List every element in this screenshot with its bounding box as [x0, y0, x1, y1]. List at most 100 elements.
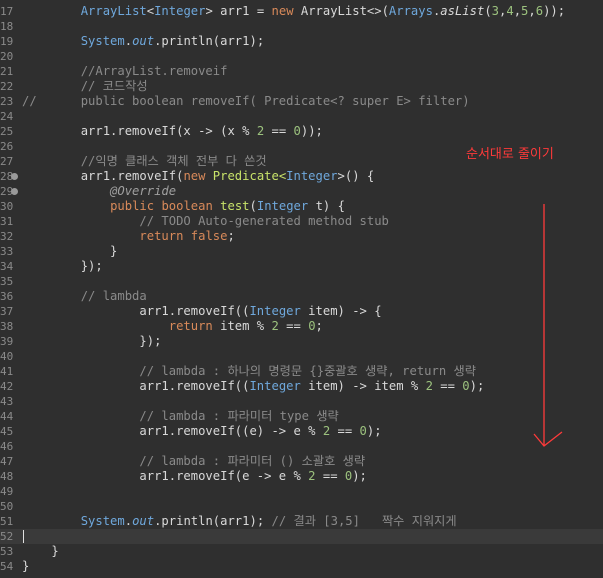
code-token: );: [469, 379, 485, 393]
code-text: arr1.removeIf((Integer item) -> item % 2…: [22, 379, 484, 394]
code-line[interactable]: 47 // lambda : 파라미터 () 소괄호 생략: [0, 454, 603, 469]
code-token: boolean: [161, 199, 213, 213]
code-text: });: [22, 259, 103, 274]
line-number: 26: [0, 140, 14, 153]
code-line[interactable]: 48 arr1.removeIf(e -> e % 2 == 0);: [0, 469, 603, 484]
code-token: Integer: [249, 304, 301, 318]
code-token: 2: [425, 379, 433, 393]
code-text: // lambda : 파라미터 () 소괄호 생략: [22, 454, 365, 469]
code-line[interactable]: 43: [0, 394, 603, 409]
code-token: return: [168, 319, 213, 333]
code-line[interactable]: 33 }: [0, 244, 603, 259]
code-text: // lambda : 하나의 명령문 {}중괄호 생략, return 생략: [22, 364, 476, 379]
code-line[interactable]: 52: [0, 529, 603, 544]
line-number: 50: [0, 500, 14, 513]
code-line[interactable]: 34 });: [0, 259, 603, 274]
code-token: @Override: [22, 184, 177, 198]
code-line[interactable]: 53 }: [0, 544, 603, 559]
line-number: 42: [0, 380, 14, 393]
code-token: .println(arr1);: [154, 34, 265, 48]
line-number: 24: [0, 110, 14, 123]
line-number: 33: [0, 245, 14, 258]
code-line[interactable]: 38 return item % 2 == 0;: [0, 319, 603, 334]
code-line[interactable]: 46: [0, 439, 603, 454]
code-token: //익명 클래스 객체 전부 다 쓴것: [22, 154, 267, 168]
code-text: return false;: [22, 229, 234, 244]
line-number: 30: [0, 200, 14, 213]
code-line[interactable]: 25 arr1.removeIf(x -> (x % 2 == 0));: [0, 124, 603, 139]
code-token: > arr1 =: [205, 4, 272, 18]
line-number: 49: [0, 485, 14, 498]
code-token: 3: [491, 4, 500, 18]
code-line[interactable]: 30 public boolean test(Integer t) {: [0, 199, 603, 214]
code-text: @Override: [22, 184, 176, 199]
code-token: 4: [506, 4, 514, 18]
code-line[interactable]: 54}: [0, 559, 603, 574]
code-line[interactable]: 37 arr1.removeIf((Integer item) -> {: [0, 304, 603, 319]
code-line[interactable]: 32 return false;: [0, 229, 603, 244]
code-line[interactable]: 23 // public boolean removeIf( Predicate<…: [0, 94, 603, 109]
code-line[interactable]: 39 });: [0, 334, 603, 349]
code-token: Predicate<: [205, 169, 287, 183]
line-number: 20: [0, 50, 14, 63]
code-token: 2: [271, 319, 279, 333]
code-line[interactable]: 51 System.out.println(arr1); // 결과 [3,5]…: [0, 514, 603, 529]
code-text: arr1.removeIf(new Predicate<Integer>() {: [22, 169, 375, 184]
fold-toggle-icon[interactable]: [11, 173, 18, 180]
code-line[interactable]: 24: [0, 109, 603, 124]
code-line[interactable]: 19 System.out.println(arr1);: [0, 34, 603, 49]
code-token: out: [132, 34, 155, 48]
code-token: System: [80, 514, 125, 528]
fold-toggle-icon[interactable]: [11, 188, 18, 195]
code-token: ==: [330, 424, 360, 438]
code-line[interactable]: 17 ArrayList<Integer> arr1 = new ArrayLi…: [0, 4, 603, 19]
code-token: Arrays: [388, 4, 433, 18]
code-text: });: [22, 334, 161, 349]
line-number: 23: [0, 95, 14, 108]
code-line[interactable]: 42 arr1.removeIf((Integer item) -> item …: [0, 379, 603, 394]
code-token: );: [366, 424, 382, 438]
code-token: >() {: [337, 169, 375, 183]
code-token: }: [22, 244, 118, 258]
line-number: 39: [0, 335, 14, 348]
code-line[interactable]: 45 arr1.removeIf((e) -> e % 2 == 0);: [0, 424, 603, 439]
code-token: ;: [315, 319, 323, 333]
code-line[interactable]: 22 // 코드작성: [0, 79, 603, 94]
code-text: arr1.removeIf((e) -> e % 2 == 0);: [22, 424, 382, 439]
code-line[interactable]: 21 //ArrayList.removeif: [0, 64, 603, 79]
code-line[interactable]: 35: [0, 274, 603, 289]
code-line[interactable]: 36 // lambda: [0, 289, 603, 304]
code-token: arr1.removeIf(e -> e %: [22, 469, 309, 483]
code-token: 6: [535, 4, 544, 18]
code-line[interactable]: 44 // lambda : 파라미터 type 생략: [0, 409, 603, 424]
code-text: // lambda : 파라미터 type 생략: [22, 409, 338, 424]
code-line[interactable]: 28 arr1.removeIf(new Predicate<Integer>(…: [0, 169, 603, 184]
code-token: // TODO Auto-generated method stub: [22, 214, 389, 228]
code-token: out: [132, 514, 155, 528]
code-line[interactable]: 40: [0, 349, 603, 364]
line-number: 48: [0, 470, 14, 483]
code-line[interactable]: 29 @Override: [0, 184, 603, 199]
code-token: .: [124, 34, 133, 48]
line-number: 44: [0, 410, 14, 423]
code-token: public: [110, 199, 155, 213]
code-line[interactable]: 18: [0, 19, 603, 34]
code-text: // TODO Auto-generated method stub: [22, 214, 389, 229]
code-token: ));: [543, 4, 566, 18]
line-number: 27: [0, 155, 14, 168]
code-token: (: [249, 199, 257, 213]
code-token: // lambda: [22, 289, 147, 303]
code-line[interactable]: 49: [0, 484, 603, 499]
line-number: 53: [0, 545, 14, 558]
code-text: return item % 2 == 0;: [22, 319, 323, 334]
code-line[interactable]: 50: [0, 499, 603, 514]
handwritten-annotation: 순서대로 줄이기: [466, 147, 554, 162]
code-line[interactable]: 20: [0, 49, 603, 64]
line-number: 43: [0, 395, 14, 408]
code-token: // 코드작성: [22, 79, 148, 93]
code-editor[interactable]: 1617 ArrayList<Integer> arr1 = new Array…: [0, 0, 603, 578]
code-line[interactable]: 31 // TODO Auto-generated method stub: [0, 214, 603, 229]
code-token: });: [22, 259, 103, 273]
code-line[interactable]: 41 // lambda : 하나의 명령문 {}중괄호 생략, return …: [0, 364, 603, 379]
